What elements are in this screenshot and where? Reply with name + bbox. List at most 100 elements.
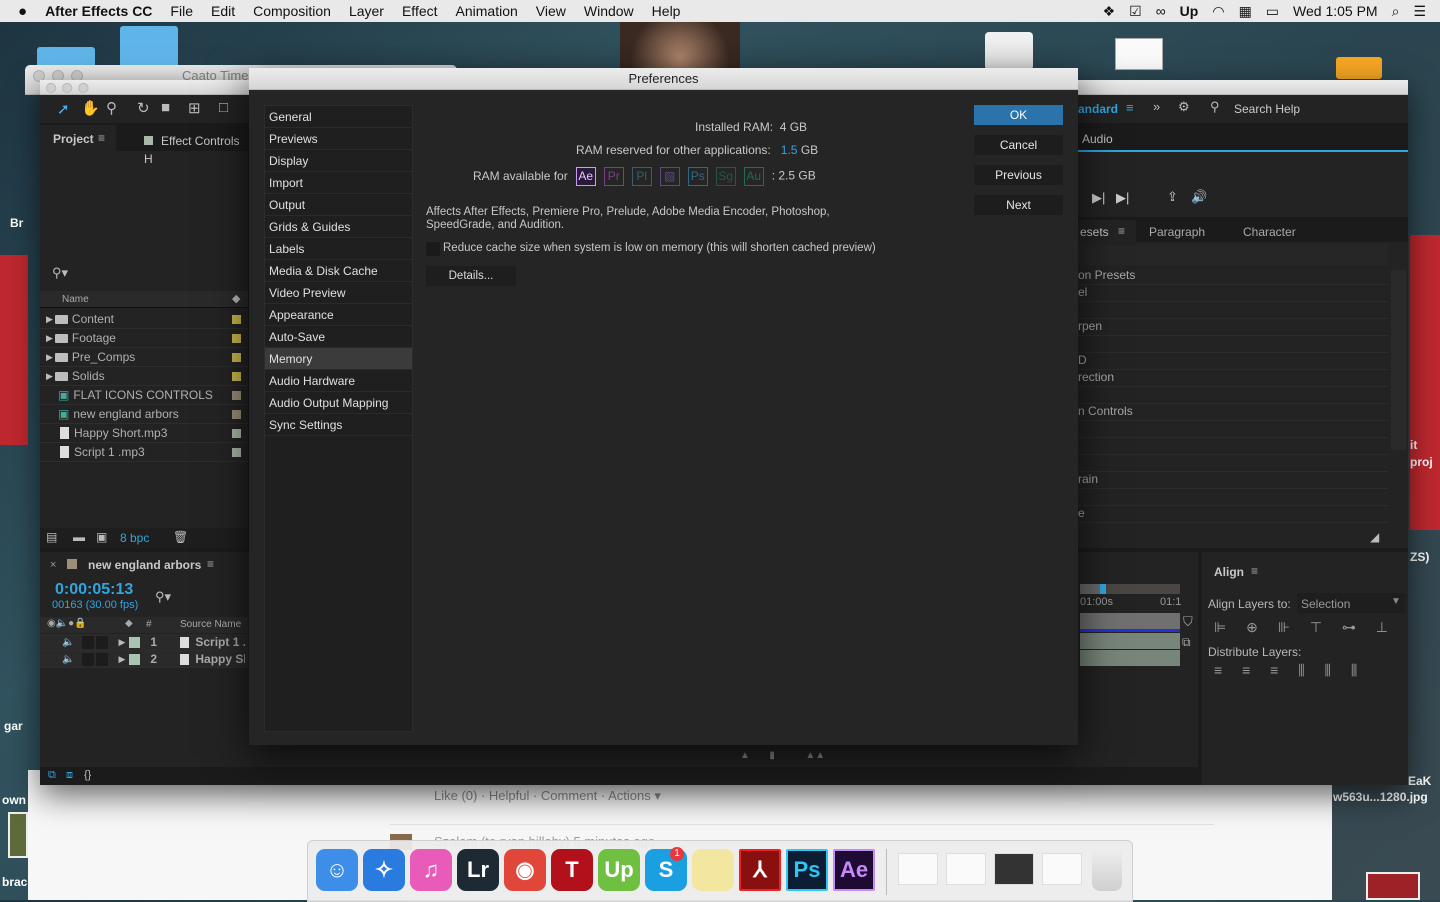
details-button[interactable]: Details... [426, 266, 516, 286]
menu-help[interactable]: Help [643, 3, 690, 19]
label-color-swatch[interactable] [129, 653, 141, 665]
loop-icon[interactable]: ⇪ [1167, 189, 1178, 205]
label-color-swatch[interactable] [232, 372, 241, 381]
dock-safari-icon[interactable]: ✧ [363, 849, 405, 891]
menu-window[interactable]: Window [575, 3, 643, 19]
tab-effects-presets[interactable]: esets ≡ [1078, 220, 1136, 242]
label-color-swatch[interactable] [129, 636, 141, 648]
next-button[interactable]: Next [974, 195, 1063, 215]
expand-layer-icon[interactable]: ▶ [118, 637, 125, 648]
reduce-cache-label[interactable]: Reduce cache size when system is low on … [443, 242, 876, 254]
wifi-icon[interactable]: ◠ [1212, 3, 1224, 20]
tab-character[interactable]: Character [1243, 225, 1296, 239]
dock-lightroom-icon[interactable]: Lr [457, 849, 499, 891]
label-color-swatch[interactable] [232, 448, 241, 457]
lock-toggle[interactable] [96, 652, 109, 666]
dock-upwork-icon[interactable]: Up [598, 849, 640, 891]
tab-paragraph[interactable]: Paragraph [1149, 225, 1205, 239]
align-to-select[interactable]: Selection ▼ [1297, 593, 1405, 613]
effect-category-item[interactable] [1078, 302, 1388, 319]
pref-category-media-disk-cache[interactable]: Media & Disk Cache [265, 260, 412, 282]
disclosure-triangle-icon[interactable]: ▶ [46, 333, 53, 344]
label-column-icon[interactable]: ◆ [125, 618, 133, 629]
tab-timeline-comp[interactable]: new england arbors [88, 558, 201, 572]
calendar-icon[interactable]: ▦ [1239, 3, 1252, 20]
project-item[interactable]: ▶ Solids [40, 367, 248, 386]
creative-cloud-icon[interactable]: ∞ [1156, 3, 1166, 19]
pref-category-output[interactable]: Output [265, 194, 412, 216]
effect-category-item[interactable] [1078, 455, 1388, 472]
dock-photoshop-icon[interactable]: Ps [786, 849, 828, 891]
menu-effect[interactable]: Effect [393, 3, 447, 19]
layer-bar[interactable] [1080, 633, 1180, 649]
hand-tool-icon[interactable]: ✋ [81, 99, 100, 117]
panel-menu-icon[interactable]: ≡ [207, 557, 214, 571]
comp-button-icon[interactable]: ⧉ [1182, 635, 1191, 650]
pref-category-previews[interactable]: Previews [265, 128, 412, 150]
label-color-swatch[interactable] [232, 315, 241, 324]
project-item[interactable]: ▣ new england arbors [40, 405, 248, 424]
pref-category-auto-save[interactable]: Auto-Save [265, 326, 412, 348]
align-hcenter-icon[interactable]: ⊕ [1246, 619, 1258, 635]
label-column-icon[interactable]: ◆ [232, 292, 240, 305]
effect-category-item[interactable] [1078, 421, 1388, 438]
upwork-icon[interactable]: Up [1180, 3, 1199, 19]
effect-category-item[interactable] [1078, 489, 1388, 506]
more-workspaces-icon[interactable]: » [1153, 99, 1160, 114]
rotate-tool-icon[interactable]: ↻ [137, 99, 150, 117]
new-composition-icon[interactable]: ▣ [96, 530, 107, 544]
layer-row[interactable]: 🔈 ▶ 2 Happy Sh [40, 651, 248, 668]
distribute-hcenter-icon[interactable]: ⫼ [1325, 662, 1331, 678]
pref-category-audio-output-mapping[interactable]: Audio Output Mapping [265, 392, 412, 414]
resize-grip-icon[interactable]: ◢ [1370, 530, 1379, 544]
effect-category-item[interactable] [1078, 387, 1388, 404]
effects-search-input[interactable] [1078, 245, 1388, 265]
comp-marker-icon[interactable]: ⛉ [1183, 614, 1193, 630]
panel-menu-icon[interactable]: ≡ [1251, 564, 1258, 578]
project-item[interactable]: ▣ FLAT ICONS CONTROLS [40, 386, 248, 405]
menu-composition[interactable]: Composition [244, 3, 340, 19]
window-thumbnail-upwork-1[interactable] [898, 853, 938, 885]
window-thumbnail-finder[interactable] [1042, 853, 1082, 885]
menu-view[interactable]: View [527, 3, 575, 19]
pref-category-grids-guides[interactable]: Grids & Guides [265, 216, 412, 238]
mute-audio-icon[interactable]: 🔊 [1191, 189, 1207, 205]
pref-category-general[interactable]: General [265, 106, 412, 128]
interpret-footage-icon[interactable]: ▤ [46, 530, 57, 544]
dock-after-effects-icon[interactable]: Ae [833, 849, 875, 891]
dock-acrobat-icon[interactable]: ⅄ [739, 849, 781, 891]
disclosure-triangle-icon[interactable]: ▶ [46, 371, 53, 382]
layer-bar[interactable] [1080, 650, 1180, 666]
distribute-top-icon[interactable]: ≡ [1214, 662, 1222, 678]
pref-category-labels[interactable]: Labels [265, 238, 412, 260]
project-item[interactable]: ▶ Pre_Comps [40, 348, 248, 367]
layer-switches-icon[interactable]: ⧉ [48, 769, 56, 782]
transfer-controls-icon[interactable]: ⧈ [66, 769, 73, 782]
align-vcenter-icon[interactable]: ⊶ [1342, 619, 1356, 635]
spotlight-search-icon[interactable]: ⌕ [1392, 3, 1400, 20]
desktop-folder-2[interactable] [120, 26, 178, 70]
trash-icon[interactable]: 🗑 [173, 530, 188, 544]
effect-category-item[interactable]: e [1078, 506, 1388, 523]
effect-category-item[interactable] [1078, 336, 1388, 353]
effect-category-item[interactable]: D [1078, 353, 1388, 370]
reduce-cache-checkbox[interactable] [426, 242, 440, 256]
close-tab-icon[interactable]: × [50, 559, 56, 571]
ram-reserved-value[interactable]: 1.5 [781, 143, 798, 157]
project-item[interactable]: ▶ Footage [40, 329, 248, 348]
lock-toggle[interactable] [96, 635, 109, 649]
label-color-swatch[interactable] [232, 429, 241, 438]
dock-finder-icon[interactable]: ☺ [316, 849, 358, 891]
expand-layer-icon[interactable]: ▶ [118, 654, 125, 665]
workspace-standard[interactable]: andard [1078, 102, 1118, 116]
desktop-folder-3[interactable] [1336, 57, 1382, 79]
effect-category-item[interactable]: el [1078, 285, 1388, 302]
project-item[interactable]: Happy Short.mp3 [40, 424, 248, 443]
clock[interactable]: Wed 1:05 PM [1293, 3, 1378, 19]
distribute-bottom-icon[interactable]: ≡ [1270, 662, 1278, 678]
desktop-thumbnail[interactable] [8, 812, 28, 858]
menu-file[interactable]: File [161, 3, 202, 19]
distribute-vcenter-icon[interactable]: ≡ [1242, 662, 1250, 678]
menu-app[interactable]: After Effects CC [36, 3, 161, 19]
zoom-tool-icon[interactable]: ⚲ [106, 99, 117, 117]
